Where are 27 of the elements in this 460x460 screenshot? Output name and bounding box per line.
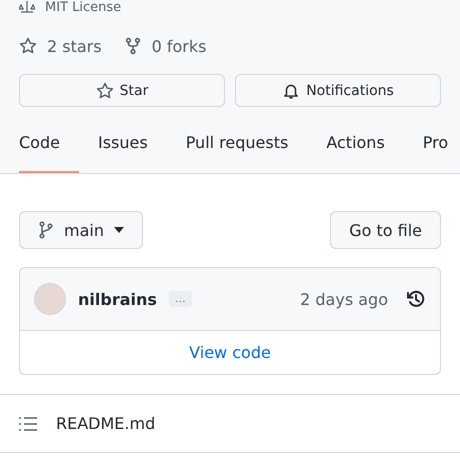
go-to-file-button[interactable]: Go to file: [330, 211, 441, 249]
caret-icon: [114, 227, 124, 233]
tab[interactable]: Pull requests: [166, 119, 308, 173]
tab[interactable]: Code: [19, 119, 79, 173]
branch-icon: [38, 221, 54, 239]
fork-icon: [124, 37, 142, 55]
avatar: [34, 283, 66, 315]
more-button[interactable]: …: [168, 291, 192, 307]
commit-author[interactable]: nilbrains: [78, 290, 157, 308]
commit-time: 2 days ago: [300, 290, 388, 308]
tab[interactable]: Actions: [307, 119, 404, 173]
star-button[interactable]: Star: [19, 74, 225, 107]
bell-icon: [282, 82, 300, 100]
readme-filename: README.md: [56, 414, 156, 433]
stat-label[interactable]: 0 forks: [152, 36, 206, 56]
view-code-link[interactable]: View code: [20, 331, 440, 374]
history-icon[interactable]: [406, 289, 426, 309]
notifications-button[interactable]: Notifications: [235, 74, 441, 107]
scale-icon: [19, 1, 35, 13]
tab[interactable]: Issues: [78, 119, 167, 173]
branch-button[interactable]: main: [19, 211, 143, 249]
star-icon: [19, 37, 37, 55]
tab[interactable]: Pro: [404, 119, 448, 173]
list-icon[interactable]: [19, 416, 37, 430]
license-label: MIT License: [45, 0, 122, 14]
stat-label[interactable]: 2 stars: [47, 36, 102, 56]
star-icon: [96, 82, 114, 100]
